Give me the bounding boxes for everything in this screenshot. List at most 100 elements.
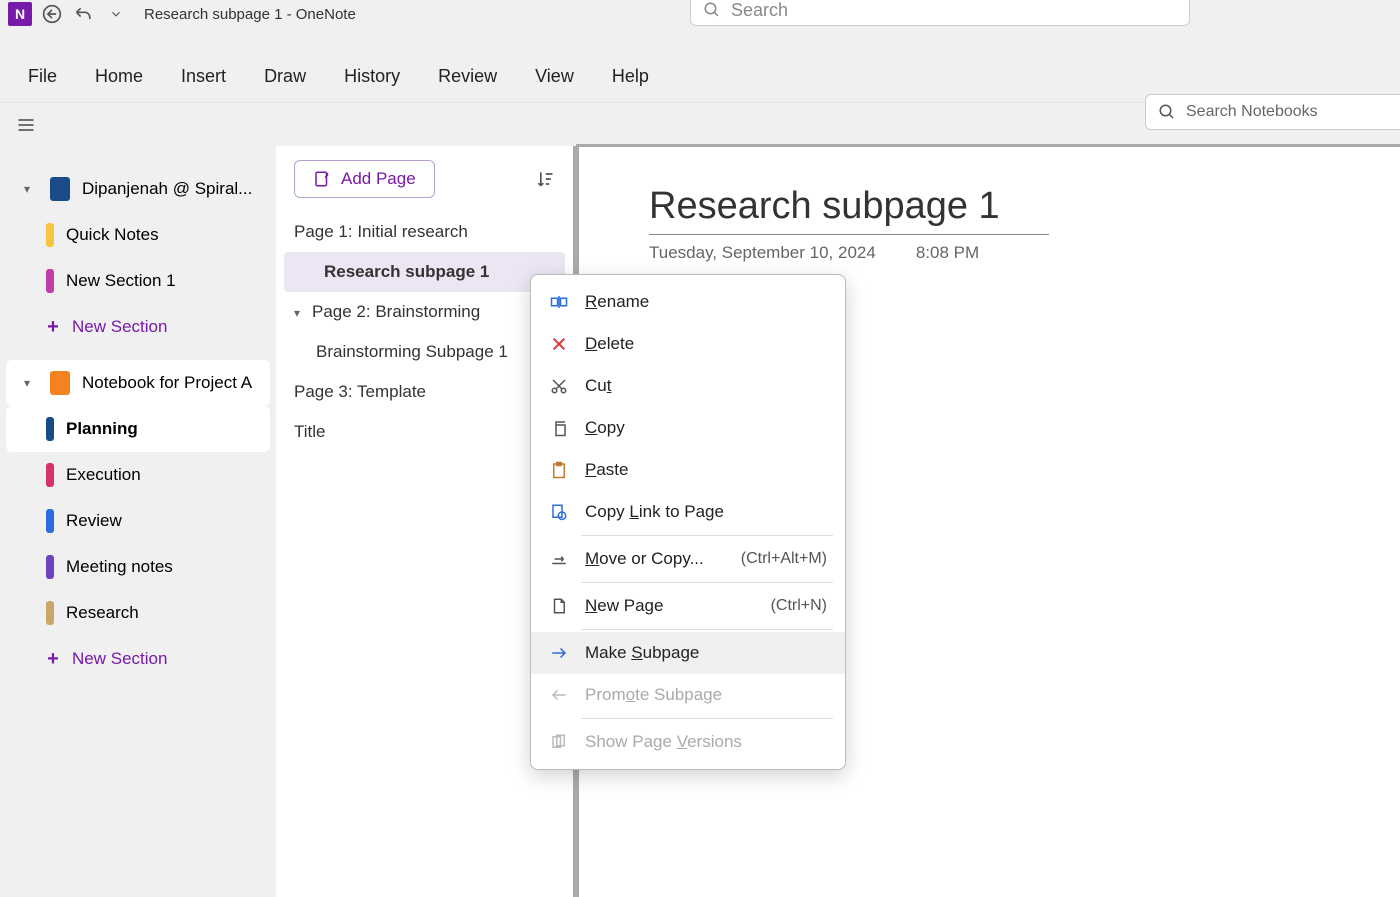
- ctx-cut[interactable]: Cut: [531, 365, 845, 407]
- window-title: Research subpage 1 - OneNote: [144, 6, 356, 23]
- ctx-shortcut: (Ctrl+N): [771, 597, 827, 615]
- section-meeting-notes[interactable]: Meeting notes: [6, 544, 270, 590]
- new-page-icon: [549, 596, 569, 616]
- section-label: New Section 1: [66, 271, 176, 291]
- page-item-research-subpage-1[interactable]: Research subpage 1: [284, 252, 565, 292]
- new-section-button-1[interactable]: + New Section: [6, 304, 270, 350]
- ctx-shortcut: (Ctrl+Alt+M): [741, 550, 827, 568]
- ctx-label: Promote Subpage: [585, 685, 722, 705]
- ctx-move-copy[interactable]: Move or Copy... (Ctrl+Alt+M): [531, 538, 845, 580]
- new-section-button-2[interactable]: + New Section: [6, 636, 270, 682]
- section-execution[interactable]: Execution: [6, 452, 270, 498]
- link-icon: [549, 502, 569, 522]
- notebook-icon: [50, 177, 70, 201]
- ctx-label: Copy Link to Page: [585, 502, 724, 522]
- paste-icon: [549, 460, 569, 480]
- ctx-label: Delete: [585, 334, 634, 354]
- delete-icon: [549, 334, 569, 354]
- add-page-button[interactable]: Add Page: [294, 160, 435, 198]
- page-label: Title: [294, 422, 326, 441]
- ctx-new-page[interactable]: New Page (Ctrl+N): [531, 585, 845, 627]
- ctx-copy[interactable]: Copy: [531, 407, 845, 449]
- page-meta: Tuesday, September 10, 2024 8:08 PM: [649, 243, 1400, 263]
- page-item-brainstorming-sub-1[interactable]: Brainstorming Subpage 1: [276, 332, 573, 372]
- section-planning[interactable]: Planning: [6, 406, 270, 452]
- section-label: Meeting notes: [66, 557, 173, 577]
- ribbon-review[interactable]: Review: [438, 66, 497, 87]
- page-item-initial-research[interactable]: Page 1: Initial research: [276, 212, 573, 252]
- title-bar: N Research subpage 1 - OneNote Search: [0, 0, 1400, 28]
- section-research[interactable]: Research: [6, 590, 270, 636]
- notebook-search-placeholder: Search Notebooks: [1186, 103, 1318, 121]
- ctx-label: Paste: [585, 460, 628, 480]
- ctx-make-subpage[interactable]: Make Subpage: [531, 632, 845, 674]
- hamburger-icon[interactable]: [16, 115, 36, 135]
- add-page-label: Add Page: [341, 169, 416, 189]
- page-date: Tuesday, September 10, 2024: [649, 243, 876, 263]
- section-label: Review: [66, 511, 122, 531]
- page-time: 8:08 PM: [916, 243, 979, 263]
- section-color-icon: [46, 463, 54, 487]
- page-context-menu: Rename Delete Cut Copy Paste Copy Link t…: [530, 274, 846, 770]
- page-item-brainstorming[interactable]: ▾Page 2: Brainstorming: [276, 292, 573, 332]
- plus-icon: +: [46, 648, 60, 671]
- section-quick-notes[interactable]: Quick Notes: [6, 212, 270, 258]
- section-review[interactable]: Review: [6, 498, 270, 544]
- undo-icon[interactable]: [72, 2, 96, 26]
- notebook-2[interactable]: ▾ Notebook for Project A: [6, 360, 270, 406]
- ctx-separator: [581, 535, 833, 536]
- ctx-label: Copy: [585, 418, 625, 438]
- notebook-icon: [50, 371, 70, 395]
- chevron-down-icon: ▾: [24, 182, 38, 196]
- search-icon: [1158, 103, 1176, 121]
- ctx-rename[interactable]: Rename: [531, 281, 845, 323]
- notebook-search[interactable]: Search Notebooks: [1145, 94, 1400, 130]
- page-item-title[interactable]: Title: [276, 412, 573, 452]
- ribbon-view[interactable]: View: [535, 66, 574, 87]
- section-color-icon: [46, 269, 54, 293]
- ctx-label: Cut: [585, 376, 611, 396]
- chevron-down-icon: ▾: [294, 306, 308, 320]
- global-search[interactable]: Search: [690, 0, 1190, 26]
- section-color-icon: [46, 601, 54, 625]
- ribbon-help[interactable]: Help: [612, 66, 649, 87]
- section-label: Quick Notes: [66, 225, 159, 245]
- page-label: Page 3: Template: [294, 382, 426, 401]
- section-label: Planning: [66, 419, 138, 439]
- add-page-icon: [313, 170, 331, 188]
- ctx-label: Make Subpage: [585, 643, 699, 663]
- page-item-template[interactable]: Page 3: Template: [276, 372, 573, 412]
- ctx-page-versions: Show Page Versions: [531, 721, 845, 763]
- notebook-1[interactable]: ▾ Dipanjenah @ Spiral...: [6, 166, 270, 212]
- page-title[interactable]: Research subpage 1: [649, 185, 1049, 228]
- sort-icon[interactable]: [535, 169, 555, 189]
- arrow-left-icon: [549, 685, 569, 705]
- page-label: Page 1: Initial research: [294, 222, 468, 241]
- section-new-section-1[interactable]: New Section 1: [6, 258, 270, 304]
- versions-icon: [549, 732, 569, 752]
- ribbon-history[interactable]: History: [344, 66, 400, 87]
- search-icon: [703, 1, 721, 19]
- ctx-label: Rename: [585, 292, 649, 312]
- rename-icon: [549, 292, 569, 312]
- section-label: Research: [66, 603, 139, 623]
- page-title-container: Research subpage 1: [649, 185, 1049, 235]
- section-color-icon: [46, 417, 54, 441]
- section-color-icon: [46, 555, 54, 579]
- ribbon-file[interactable]: File: [28, 66, 57, 87]
- ctx-paste[interactable]: Paste: [531, 449, 845, 491]
- new-section-label: New Section: [72, 317, 167, 337]
- ribbon-insert[interactable]: Insert: [181, 66, 226, 87]
- ctx-separator: [581, 582, 833, 583]
- back-icon[interactable]: [40, 2, 64, 26]
- ctx-delete[interactable]: Delete: [531, 323, 845, 365]
- ctx-label: Move or Copy...: [585, 549, 704, 569]
- dropdown-icon[interactable]: [104, 2, 128, 26]
- copy-icon: [549, 418, 569, 438]
- ribbon-home[interactable]: Home: [95, 66, 143, 87]
- notebook-1-label: Dipanjenah @ Spiral...: [82, 179, 252, 199]
- section-label: Execution: [66, 465, 141, 485]
- ribbon-draw[interactable]: Draw: [264, 66, 306, 87]
- ctx-copy-link[interactable]: Copy Link to Page: [531, 491, 845, 533]
- search-placeholder: Search: [731, 0, 788, 21]
